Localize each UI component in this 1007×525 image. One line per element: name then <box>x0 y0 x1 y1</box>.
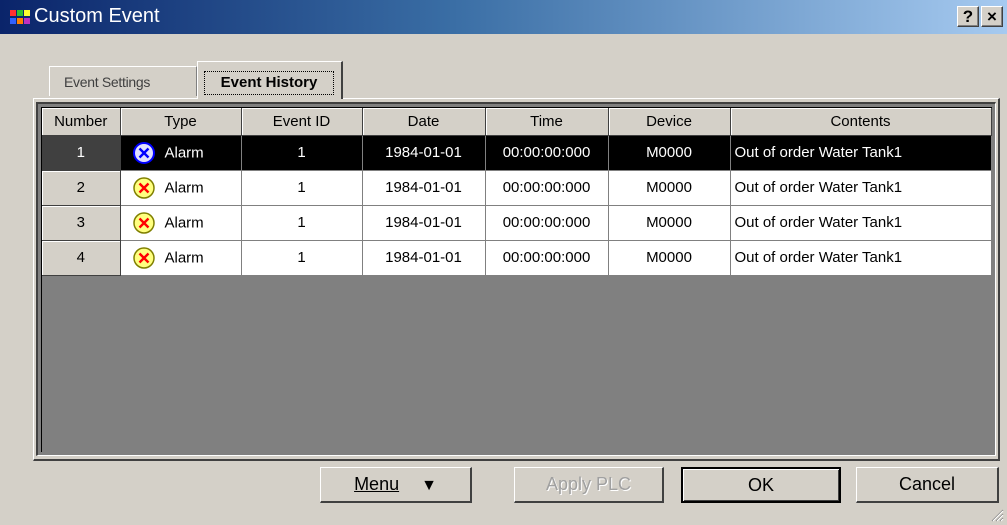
row-number[interactable]: 1 <box>42 135 121 171</box>
type-label: Alarm <box>164 179 204 196</box>
header-row: Number Type Event ID Date Time Device Co… <box>42 108 992 136</box>
event-id-cell[interactable]: 1 <box>241 135 363 171</box>
event-id-cell[interactable]: 1 <box>241 240 363 276</box>
contents-cell[interactable]: Out of order Water Tank1 <box>730 135 992 171</box>
custom-event-dialog: Custom Event ? × Event Settings Event Hi… <box>0 0 1007 525</box>
event-id-cell[interactable]: 1 <box>241 170 363 206</box>
grid-body: Number Type Event ID Date Time Device Co… <box>41 107 992 452</box>
tab-event-history-label: Event History <box>204 71 334 95</box>
menu-button[interactable]: Menu ▼ <box>320 467 472 503</box>
column-header-type[interactable]: Type <box>120 108 242 136</box>
app-icon <box>10 10 30 24</box>
table-row[interactable]: 4 Alarm 1 1984-01-01 00:00:00:000 M0000 … <box>42 240 992 276</box>
column-header-date[interactable]: Date <box>362 108 486 136</box>
title-bar[interactable]: Custom Event ? × <box>0 0 1007 34</box>
type-label: Alarm <box>164 144 204 161</box>
time-cell[interactable]: 00:00:00:000 <box>485 135 609 171</box>
contents-cell[interactable]: Out of order Water Tank1 <box>730 240 992 276</box>
table-row[interactable]: 1 Alarm 1 1984-01-01 00:00:00:000 M0000 … <box>42 135 992 171</box>
ok-button[interactable]: OK <box>681 467 841 503</box>
type-cell[interactable]: Alarm <box>120 135 242 171</box>
device-cell[interactable]: M0000 <box>608 240 731 276</box>
column-header-device[interactable]: Device <box>608 108 731 136</box>
row-number[interactable]: 2 <box>42 170 121 206</box>
event-table: Number Type Event ID Date Time Device Co… <box>42 108 992 276</box>
date-cell[interactable]: 1984-01-01 <box>362 240 486 276</box>
alarm-icon <box>132 141 155 164</box>
date-cell[interactable]: 1984-01-01 <box>362 205 486 241</box>
event-history-grid[interactable]: Number Type Event ID Date Time Device Co… <box>36 102 996 456</box>
tab-event-history[interactable]: Event History <box>197 61 343 99</box>
contents-cell[interactable]: Out of order Water Tank1 <box>730 170 992 206</box>
type-cell[interactable]: Alarm <box>120 205 242 241</box>
table-row[interactable]: 3 Alarm 1 1984-01-01 00:00:00:000 M0000 … <box>42 205 992 241</box>
window-title: Custom Event <box>34 5 160 27</box>
time-cell[interactable]: 00:00:00:000 <box>485 205 609 241</box>
type-cell[interactable]: Alarm <box>120 170 242 206</box>
device-cell[interactable]: M0000 <box>608 135 731 171</box>
triangle-down-icon: ▼ <box>421 477 437 494</box>
type-cell[interactable]: Alarm <box>120 240 242 276</box>
row-number[interactable]: 4 <box>42 240 121 276</box>
date-cell[interactable]: 1984-01-01 <box>362 170 486 206</box>
help-button[interactable]: ? <box>957 6 979 27</box>
apply-plc-button: Apply PLC <box>514 467 664 503</box>
alarm-icon <box>132 246 155 269</box>
event-id-cell[interactable]: 1 <box>241 205 363 241</box>
close-button[interactable]: × <box>981 6 1003 27</box>
column-header-event-id[interactable]: Event ID <box>241 108 363 136</box>
device-cell[interactable]: M0000 <box>608 170 731 206</box>
date-cell[interactable]: 1984-01-01 <box>362 135 486 171</box>
menu-button-label: Menu <box>354 474 400 494</box>
type-label: Alarm <box>164 214 204 231</box>
column-header-time[interactable]: Time <box>485 108 609 136</box>
alarm-icon <box>132 176 155 199</box>
time-cell[interactable]: 00:00:00:000 <box>485 240 609 276</box>
contents-cell[interactable]: Out of order Water Tank1 <box>730 205 992 241</box>
type-label: Alarm <box>164 249 204 266</box>
tab-event-settings[interactable]: Event Settings <box>49 66 197 96</box>
time-cell[interactable]: 00:00:00:000 <box>485 170 609 206</box>
resize-grip-icon[interactable] <box>990 508 1004 522</box>
row-number[interactable]: 3 <box>42 205 121 241</box>
device-cell[interactable]: M0000 <box>608 205 731 241</box>
alarm-icon <box>132 211 155 234</box>
cancel-button[interactable]: Cancel <box>856 467 999 503</box>
column-header-contents[interactable]: Contents <box>730 108 992 136</box>
table-row[interactable]: 2 Alarm 1 1984-01-01 00:00:00:000 M0000 … <box>42 170 992 206</box>
column-header-number[interactable]: Number <box>42 108 121 136</box>
